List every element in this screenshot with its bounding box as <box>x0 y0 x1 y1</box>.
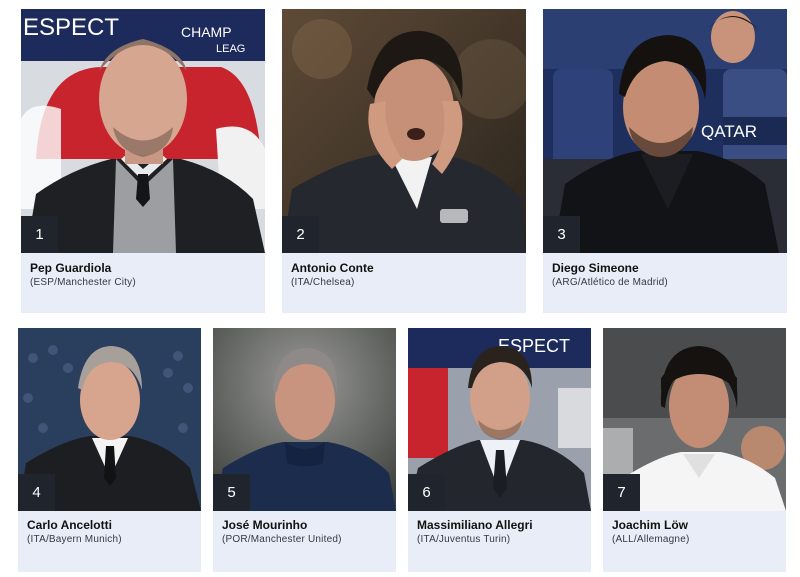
coach-club: (ITA/Bayern Munich) <box>27 534 122 545</box>
coach-name: Joachim Löw <box>612 518 689 532</box>
coach-club: (ARG/Atlético de Madrid) <box>552 277 668 288</box>
coach-name: José Mourinho <box>222 518 308 532</box>
coach-name: Diego Simeone <box>552 261 639 275</box>
coach-card-3[interactable]: QATAR 3 Diego Simeone (ARG/Atlético de M… <box>543 9 787 313</box>
rank-badge: 1 <box>21 216 58 253</box>
coach-card-1[interactable]: ESPECT CHAMP LEAG 1 Pep Guardiola (ESP/M… <box>21 9 265 313</box>
coach-card-7[interactable]: 7 Joachim Löw (ALL/Allemagne) <box>603 328 786 572</box>
backdrop-text: ESPECT <box>23 14 119 41</box>
coach-club: (ESP/Manchester City) <box>30 277 136 288</box>
backdrop-text: QATAR <box>701 122 757 141</box>
coach-card-2[interactable]: 2 Antonio Conte (ITA/Chelsea) <box>282 9 526 313</box>
svg-text:CHAMP: CHAMP <box>181 24 232 40</box>
rank-badge: 7 <box>603 474 640 511</box>
coach-name: Carlo Ancelotti <box>27 518 112 532</box>
coach-club: (POR/Manchester United) <box>222 534 342 545</box>
rank-badge: 2 <box>282 216 319 253</box>
rank-badge: 5 <box>213 474 250 511</box>
coach-name: Pep Guardiola <box>30 261 112 275</box>
rank-badge: 4 <box>18 474 55 511</box>
rank-badge: 3 <box>543 216 580 253</box>
coach-card-4[interactable]: 4 Carlo Ancelotti (ITA/Bayern Munich) <box>18 328 201 572</box>
coach-card-5[interactable]: 5 José Mourinho (POR/Manchester United) <box>213 328 396 572</box>
coach-club: (ITA/Juventus Turin) <box>417 534 511 545</box>
coach-card-6[interactable]: ESPECT 6 Massimiliano Allegri (ITA/Juven… <box>408 328 591 572</box>
rank-badge: 6 <box>408 474 445 511</box>
coach-club: (ITA/Chelsea) <box>291 277 355 288</box>
coach-name: Massimiliano Allegri <box>417 518 533 532</box>
svg-text:LEAG: LEAG <box>216 43 245 55</box>
coach-name: Antonio Conte <box>291 261 374 275</box>
coach-club: (ALL/Allemagne) <box>612 534 690 545</box>
